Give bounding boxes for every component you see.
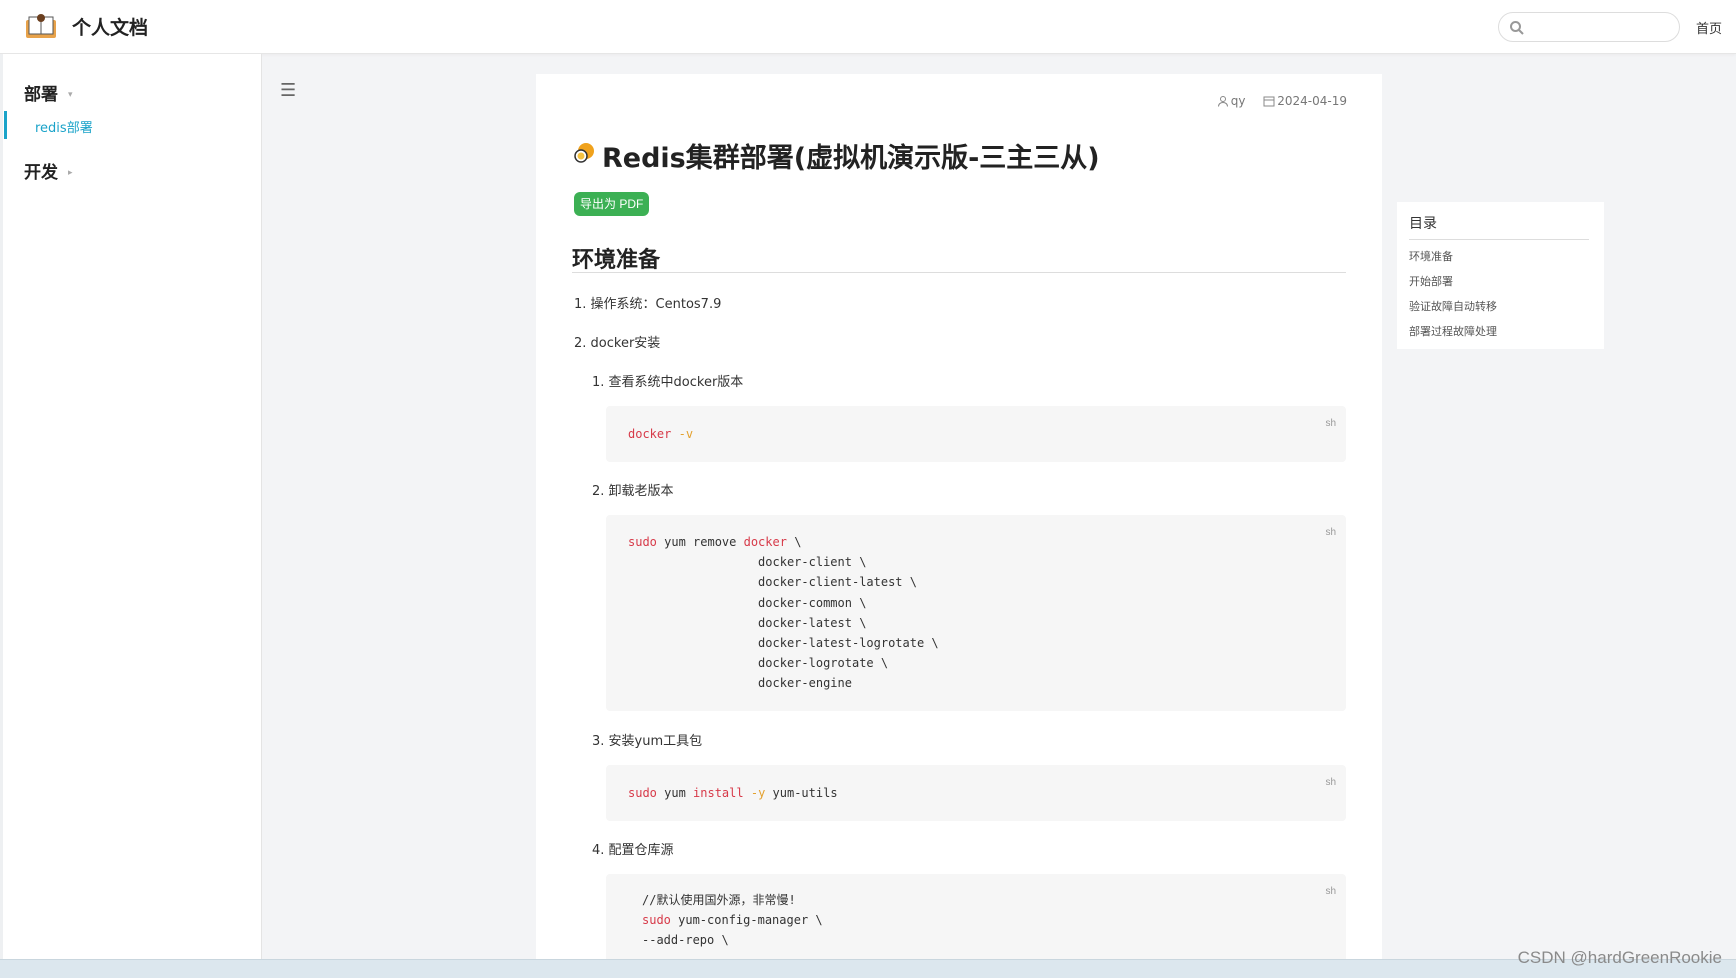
watermark: CSDN @hardGreenRookie	[1517, 948, 1722, 967]
list-item: 1. 查看系统中docker版本	[592, 375, 744, 390]
book-logo-icon[interactable]	[24, 12, 58, 40]
toc-divider	[1409, 239, 1589, 240]
os-taskbar	[0, 959, 1736, 978]
sidebar-group-dev[interactable]: 开发 ▸	[24, 158, 73, 183]
home-link[interactable]: 首页	[1696, 18, 1722, 37]
list-item: 1. 操作系统：Centos7.9	[574, 297, 722, 312]
publish-date: 2024-04-19	[1277, 94, 1347, 108]
search-box[interactable]	[1498, 12, 1680, 42]
code-content: sudo yum remove docker \ docker-client \…	[628, 535, 939, 691]
toc-title: 目录	[1409, 216, 1437, 232]
code-lang-label: sh	[1325, 886, 1336, 897]
user-icon	[1217, 96, 1228, 107]
caret-right-icon: ▸	[68, 168, 73, 178]
page-title: Redis集群部署(虚拟机演示版-三主三从)	[602, 143, 1100, 174]
toc-item[interactable]: 开始部署	[1409, 273, 1453, 289]
code-content: sudo yum install -y yum-utils	[628, 786, 838, 800]
active-indicator	[4, 111, 7, 139]
code-lang-label: sh	[1325, 418, 1336, 429]
article-meta: qy 2024-04-19	[1203, 94, 1347, 108]
date-meta: 2024-04-19	[1263, 94, 1347, 108]
code-block[interactable]: sh docker -v	[606, 406, 1346, 462]
calendar-icon	[1263, 96, 1275, 107]
author-name: qy	[1230, 94, 1246, 108]
toc-item[interactable]: 部署过程故障处理	[1409, 323, 1497, 339]
code-lang-label: sh	[1325, 777, 1336, 788]
code-content: docker -v	[628, 427, 694, 441]
heading-divider	[572, 272, 1346, 273]
menu-toggle-icon[interactable]: ☰	[280, 80, 296, 101]
code-lang-label: sh	[1325, 527, 1336, 538]
search-input[interactable]	[1531, 17, 1675, 39]
author-meta: qy	[1217, 94, 1246, 108]
top-header: 个人文档 首页	[0, 0, 1736, 54]
article-card: qy 2024-04-19 Redis集群部署(虚拟机演示版-三主三从) 导出为…	[536, 74, 1382, 959]
list-item: 4. 配置仓库源	[592, 843, 674, 858]
sidebar-group-label: 部署	[24, 85, 58, 105]
title-badge-icon	[574, 143, 594, 163]
code-block[interactable]: sh sudo yum install -y yum-utils	[606, 765, 1346, 821]
list-item: 2. 卸载老版本	[592, 484, 674, 499]
toc-item[interactable]: 验证故障自动转移	[1409, 298, 1497, 314]
list-item: 3. 安装yum工具包	[592, 734, 703, 749]
section-heading: 环境准备	[572, 248, 661, 273]
sidebar-item-redis[interactable]: redis部署	[35, 117, 93, 136]
sidebar-group-deploy[interactable]: 部署 ▾	[24, 80, 73, 105]
list-item: 2. docker安装	[574, 336, 661, 351]
sidebar-edge	[0, 54, 3, 959]
sidebar-group-label: 开发	[24, 163, 58, 183]
search-icon	[1510, 21, 1524, 35]
export-pdf-button[interactable]: 导出为 PDF	[574, 192, 650, 216]
code-content: //默认使用国外源，非常慢! sudo yum-config-manager \…	[642, 893, 823, 948]
site-title[interactable]: 个人文档	[72, 13, 148, 40]
toc-item[interactable]: 环境准备	[1409, 248, 1453, 264]
left-sidebar: 部署 ▾ redis部署 开发 ▸	[0, 54, 262, 959]
code-block[interactable]: sh sudo yum remove docker \ docker-clien…	[606, 515, 1346, 711]
caret-down-icon: ▾	[68, 90, 73, 100]
code-block[interactable]: sh //默认使用国外源，非常慢! sudo yum-config-manage…	[606, 874, 1346, 959]
table-of-contents: 目录 环境准备 开始部署 验证故障自动转移 部署过程故障处理	[1397, 202, 1604, 349]
